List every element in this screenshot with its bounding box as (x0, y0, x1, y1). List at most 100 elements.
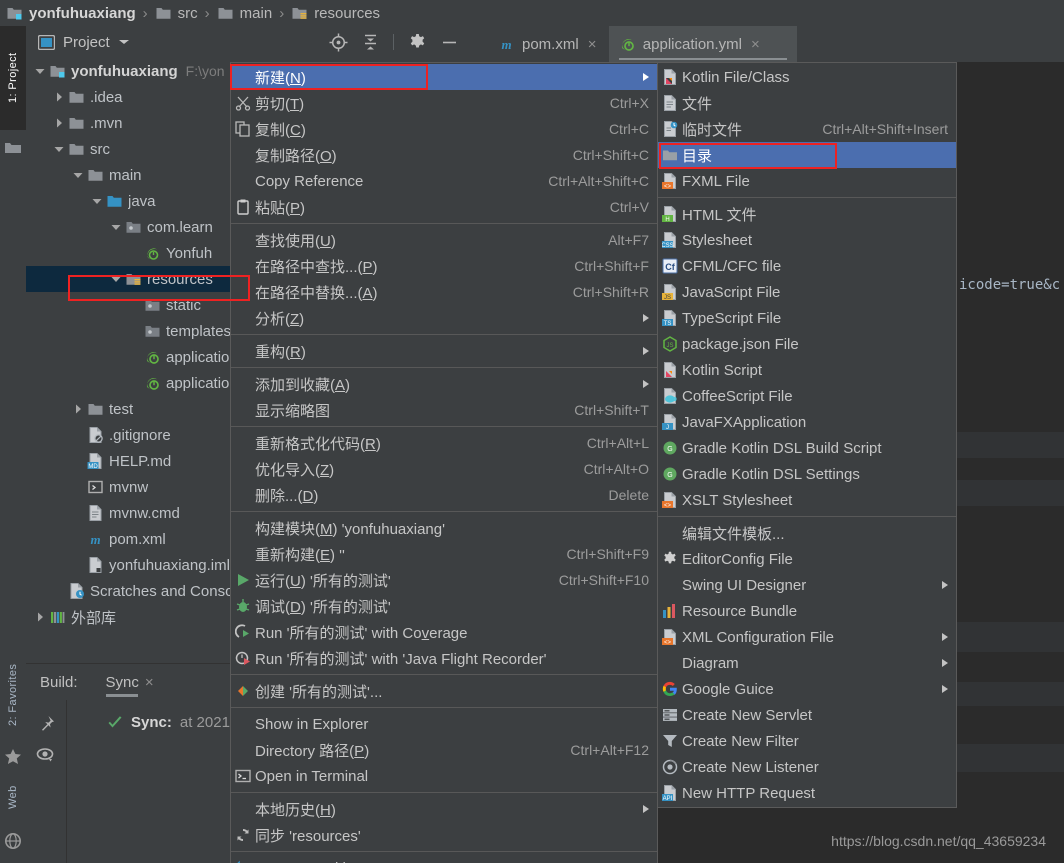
kotlin-file-icon (658, 69, 682, 85)
menu-item-directory-p-[interactable]: Directory 路径(P) Ctrl+Alt+F12 (231, 737, 657, 763)
menu-item--r-[interactable]: 重新格式化代码(R) Ctrl+Alt+L (231, 430, 657, 456)
chevron-down-icon[interactable] (110, 221, 122, 233)
pin-icon[interactable] (26, 700, 66, 734)
menu-item--d-[interactable]: 删除...(D) Delete (231, 482, 657, 508)
editor-tab-pom-xml[interactable]: m pom.xml × (488, 26, 609, 62)
menu-item-coffeescript-file[interactable]: CoffeeScript File (658, 383, 956, 409)
menu-item-new-http-request[interactable]: API New HTTP Request (658, 780, 956, 806)
menu-item--r-[interactable]: 重构(R) (231, 338, 657, 364)
hide-minimize-icon[interactable] (440, 33, 458, 51)
submenu-arrow-icon (942, 581, 948, 589)
project-view-selector[interactable]: Project (38, 34, 130, 51)
menu-item--a-[interactable]: 添加到收藏(A) (231, 371, 657, 397)
menu-item-show-in-explorer[interactable]: Show in Explorer (231, 711, 657, 737)
menu-item-fxml-file[interactable]: <> FXML File (658, 168, 956, 194)
menu-item-html-[interactable]: H HTML 文件 (658, 201, 956, 227)
menu-item--e-default-[interactable]: 重新构建(E) '' Ctrl+Shift+F9 (231, 541, 657, 567)
menu-item-kotlin-file-class[interactable]: Kotlin File/Class (658, 64, 956, 90)
menu-item--m-yonfuhuaxiang-[interactable]: 构建模块(M) 'yonfuhuaxiang' (231, 515, 657, 541)
menu-item-swing-ui-designer[interactable]: Swing UI Designer (658, 572, 956, 598)
menu-item-typescript-file[interactable]: TS TypeScript File (658, 305, 956, 331)
sidebar-tab-web[interactable]: Web (0, 766, 26, 828)
menu-item--d-[interactable]: 调试(D) '所有的测试' (231, 593, 657, 619)
menu-item-gradle-kotlin-dsl-settings[interactable]: G Gradle Kotlin DSL Settings (658, 461, 956, 487)
menu-item--[interactable]: 文件 (658, 90, 956, 116)
menu-item--a-[interactable]: 在路径中替换...(A) Ctrl+Shift+R (231, 279, 657, 305)
menu-item-kotlin-script[interactable]: Kotlin Script (658, 357, 956, 383)
menu-item-package-json-file[interactable]: JS package.json File (658, 331, 956, 357)
eye-icon[interactable] (26, 734, 66, 764)
tree-item-path: F:\yon (185, 63, 225, 79)
menu-item--c-[interactable]: 复制(C) Ctrl+C (231, 116, 657, 142)
menu-item-label: 目录 (682, 147, 713, 165)
sidebar-tab-project[interactable]: 1: Project (0, 26, 26, 130)
menu-item-resource-bundle[interactable]: Resource Bundle (658, 598, 956, 624)
menu-item-editorconfig-file[interactable]: EditorConfig File (658, 546, 956, 572)
menu-item--u-[interactable]: 查找使用(U) Alt+F7 (231, 227, 657, 253)
menu-item--p-[interactable]: 在路径中查找...(P) Ctrl+Shift+F (231, 253, 657, 279)
new-submenu[interactable]: Kotlin File/Class 文件 临时文件 Ctrl+Alt+Shift+In… (657, 62, 957, 808)
menu-item-run-with-coverage[interactable]: Run '所有的测试' with Coverage (231, 619, 657, 645)
menu-item-create-new-filter[interactable]: Create New Filter (658, 728, 956, 754)
editor-tab-application-yml[interactable]: application.yml × (608, 26, 797, 62)
breadcrumb-item-main[interactable]: main (217, 5, 272, 22)
menu-item--resources-[interactable]: 同步 'resources' (231, 822, 657, 848)
context-menu[interactable]: 新建(N) 剪切(T) Ctrl+X 复制(C) Ctrl+C 复制路径(O) Ctrl+S… (230, 62, 658, 863)
build-tab-sync[interactable]: Sync × (105, 664, 154, 700)
locate-target-icon[interactable] (329, 33, 348, 52)
chevron-down-icon[interactable] (34, 65, 46, 77)
menu-item-label: 重构(R) (255, 343, 306, 361)
menu-item--[interactable]: 临时文件 Ctrl+Alt+Shift+Insert (658, 116, 956, 142)
menu-item--t-[interactable]: 剪切(T) Ctrl+X (231, 90, 657, 116)
close-icon[interactable]: × (145, 674, 154, 691)
chevron-down-icon[interactable] (72, 169, 84, 181)
menu-item-xml-configuration-file[interactable]: <> XML Configuration File (658, 624, 956, 650)
folder-icon (68, 141, 85, 157)
menu-item-javafxapplication[interactable]: J JavaFXApplication (658, 409, 956, 435)
menu-item--[interactable]: 编辑文件模板... (658, 520, 956, 546)
menu-item--h-[interactable]: 本地历史(H) (231, 796, 657, 822)
close-icon[interactable]: × (751, 36, 760, 53)
breadcrumb-item-yonfuhuaxiang[interactable]: yonfuhuaxiang (6, 5, 136, 22)
menu-item-compare-with-[interactable]: Compare With...Ctrl+D (231, 855, 657, 863)
menu-item-cfml-cfc-file[interactable]: Cf CFML/CFC file (658, 253, 956, 279)
menu-item-xslt-stylesheet[interactable]: <> XSLT Stylesheet (658, 487, 956, 513)
menu-item--n-[interactable]: 新建(N) (231, 64, 657, 90)
menu-item--u-[interactable]: 运行(U) '所有的测试' Ctrl+Shift+F10 (231, 567, 657, 593)
menu-item-create-new-servlet[interactable]: Create New Servlet (658, 702, 956, 728)
menu-item-gradle-kotlin-dsl-build-script[interactable]: G Gradle Kotlin DSL Build Script (658, 435, 956, 461)
collapse-all-icon[interactable] (361, 33, 379, 51)
http-request-icon: API (658, 785, 682, 801)
menu-item--o-[interactable]: 复制路径(O) Ctrl+Shift+C (231, 142, 657, 168)
close-icon[interactable]: × (588, 36, 597, 53)
chevron-down-icon[interactable] (110, 273, 122, 285)
chevron-right-icon[interactable] (53, 91, 65, 103)
breadcrumb-item-src[interactable]: src (155, 5, 198, 22)
menu-item--[interactable]: 目录 (658, 142, 956, 168)
menu-item--z-[interactable]: 分析(Z) (231, 305, 657, 331)
menu-item-stylesheet[interactable]: CSS Stylesheet (658, 227, 956, 253)
gear-icon[interactable] (408, 33, 426, 51)
menu-item-label: Stylesheet (682, 231, 753, 249)
menu-item--p-[interactable]: 粘贴(P) Ctrl+V (231, 194, 657, 220)
menu-item-copy-reference[interactable]: Copy Reference Ctrl+Alt+Shift+C (231, 168, 657, 194)
sidebar-tab-favorites[interactable]: 2: Favorites (0, 646, 26, 744)
menu-item--[interactable]: 显示缩略图 Ctrl+Shift+T (231, 397, 657, 423)
chevron-down-icon[interactable] (53, 143, 65, 155)
menu-item-create-new-listener[interactable]: Create New Listener (658, 754, 956, 780)
menu-item-diagram[interactable]: Diagram (658, 650, 956, 676)
menu-item-shortcut: Ctrl+Alt+O (583, 461, 649, 477)
chevron-right-icon[interactable] (53, 117, 65, 129)
menu-item-javascript-file[interactable]: JS JavaScript File (658, 279, 956, 305)
menu-item-shortcut: Ctrl+Shift+F (574, 258, 649, 274)
menu-item--[interactable]: 创建 '所有的测试'... (231, 678, 657, 704)
menu-item--z-[interactable]: 优化导入(Z) Ctrl+Alt+O (231, 456, 657, 482)
breadcrumb-item-resources[interactable]: resources (291, 5, 380, 22)
chevron-down-icon[interactable] (91, 195, 103, 207)
menu-item-google-guice[interactable]: Google Guice (658, 676, 956, 702)
menu-item-run-with-java-flight-recorder-[interactable]: Run '所有的测试' with 'Java Flight Recorder' (231, 645, 657, 671)
menu-item-open-in-terminal[interactable]: Open in Terminal (231, 763, 657, 789)
chevron-right-icon[interactable] (72, 403, 84, 415)
menu-separator (231, 851, 657, 852)
chevron-right-icon[interactable] (34, 611, 46, 623)
